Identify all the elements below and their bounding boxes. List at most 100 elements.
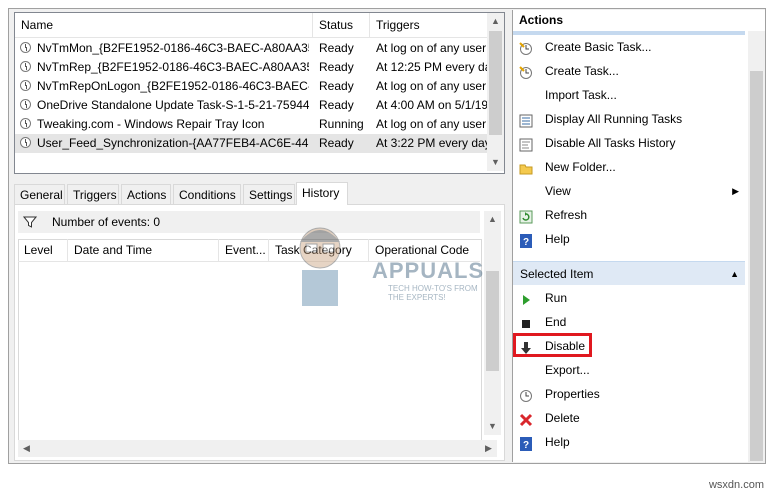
clock-icon: [20, 99, 31, 110]
clock-icon: [20, 42, 31, 53]
task-row[interactable]: NvTmMon_{B2FE1952-0186-46C3-BAEC-A80AA35…: [15, 39, 487, 58]
task-status: Ready: [319, 136, 354, 150]
action-properties[interactable]: Properties: [513, 382, 745, 406]
action-display-all-running-tasks[interactable]: Display All Running Tasks: [513, 107, 745, 131]
action-new-folder[interactable]: New Folder...: [513, 155, 745, 179]
task-trigger: At 12:25 PM every da: [376, 60, 487, 74]
action-label: New Folder...: [545, 160, 616, 174]
column-event[interactable]: Event...: [219, 239, 269, 261]
action-label: Create Basic Task...: [545, 40, 652, 54]
action-label: Help: [545, 232, 570, 246]
selected-item-section[interactable]: Selected Item ▲: [513, 261, 745, 285]
tab-conditions[interactable]: Conditions: [173, 184, 241, 204]
action-label: Import Task...: [545, 88, 617, 102]
action-export[interactable]: Export...: [513, 358, 745, 382]
action-label: Properties: [545, 387, 600, 401]
task-trigger: At 4:00 AM on 5/1/19: [376, 98, 487, 112]
task-list[interactable]: Name Status Triggers NvTmMon_{B2FE1952-0…: [14, 12, 505, 174]
column-level[interactable]: Level: [18, 239, 68, 261]
create-basic-task-icon: [519, 40, 533, 55]
delete-icon: [519, 411, 533, 427]
scroll-down-icon[interactable]: ▼: [484, 418, 501, 435]
disable-highlight-box: [513, 333, 592, 357]
tab-history[interactable]: History: [296, 182, 348, 205]
action-help[interactable]: ? Help: [513, 227, 745, 251]
folder-icon: [519, 160, 533, 175]
action-help[interactable]: ? Help: [513, 430, 745, 454]
tab-general[interactable]: General: [14, 184, 65, 204]
task-row[interactable]: User_Feed_Synchronization-{AA77FEB4-AC6E…: [15, 134, 487, 153]
column-date-time[interactable]: Date and Time: [68, 239, 219, 261]
history-hscrollbar[interactable]: ◀ ▶: [18, 440, 497, 457]
action-run[interactable]: Run: [513, 286, 745, 310]
clock-icon: [20, 137, 31, 148]
end-icon: [519, 315, 533, 329]
action-label: View: [545, 184, 571, 198]
action-create-task[interactable]: Create Task...: [513, 59, 745, 83]
tab-actions[interactable]: Actions: [121, 184, 171, 204]
detail-tabs: General Triggers Actions Conditions Sett…: [14, 182, 503, 205]
task-trigger: At 3:22 PM every day: [376, 136, 487, 150]
action-label: Create Task...: [545, 64, 619, 78]
action-label: Refresh: [545, 208, 588, 222]
task-name: Tweaking.com - Windows Repair Tray Icon: [37, 117, 265, 131]
appuals-brand: APPUALS: [372, 258, 485, 283]
task-status: Ready: [319, 79, 354, 93]
svg-text:?: ?: [523, 440, 529, 451]
actions-title: Actions: [513, 10, 765, 31]
tab-settings[interactable]: Settings: [243, 184, 295, 204]
task-row[interactable]: NvTmRepOnLogon_{B2FE1952-0186-46C3-BAEC-…: [15, 77, 487, 96]
clock-icon: [20, 61, 31, 72]
selected-item-title: Selected Item: [520, 267, 594, 281]
action-delete[interactable]: Delete: [513, 406, 745, 430]
filter-icon[interactable]: [23, 215, 37, 229]
action-label: Run: [545, 291, 568, 305]
actions-scrollbar[interactable]: [748, 31, 765, 462]
scroll-thumb[interactable]: [486, 271, 499, 371]
task-status: Ready: [319, 60, 354, 74]
action-end[interactable]: End: [513, 310, 745, 334]
history-vscrollbar[interactable]: ▲ ▼: [484, 211, 501, 435]
action-view[interactable]: View ▶: [513, 179, 745, 203]
task-trigger: At log on of any user: [376, 79, 487, 93]
svg-text:?: ?: [523, 237, 529, 248]
task-status: Ready: [319, 41, 354, 55]
action-create-basic-task[interactable]: Create Basic Task...: [513, 35, 745, 59]
running-tasks-icon: [519, 112, 533, 128]
task-row[interactable]: NvTmRep_{B2FE1952-0186-46C3-BAEC-A80AA35…: [15, 58, 487, 77]
scroll-right-icon[interactable]: ▶: [480, 440, 497, 457]
column-triggers[interactable]: Triggers: [370, 13, 487, 37]
tab-triggers[interactable]: Triggers: [67, 184, 119, 204]
scroll-thumb[interactable]: [750, 71, 763, 461]
scroll-up-icon[interactable]: ▲: [487, 13, 504, 30]
action-label: Help: [545, 435, 570, 449]
action-label: Delete: [545, 411, 580, 425]
collapse-icon[interactable]: ▲: [730, 262, 739, 286]
task-row[interactable]: Tweaking.com - Windows Repair Tray Icon R…: [15, 115, 487, 134]
scroll-thumb[interactable]: [489, 31, 502, 135]
action-disable-all-tasks-history[interactable]: Disable All Tasks History: [513, 131, 745, 155]
task-name: NvTmMon_{B2FE1952-0186-46C3-BAEC-A80AA35…: [37, 41, 309, 55]
column-status[interactable]: Status: [313, 13, 370, 37]
run-icon: [519, 291, 533, 305]
scroll-left-icon[interactable]: ◀: [18, 440, 35, 457]
scroll-down-icon[interactable]: ▼: [487, 154, 504, 171]
task-list-scrollbar[interactable]: ▲ ▼: [487, 13, 504, 171]
task-row[interactable]: OneDrive Standalone Update Task-S-1-5-21…: [15, 96, 487, 115]
appuals-watermark: APPUALS TECH HOW-TO'S FROM THE EXPERTS!: [290, 218, 485, 308]
task-name: OneDrive Standalone Update Task-S-1-5-21…: [37, 98, 309, 112]
events-count: Number of events: 0: [52, 215, 161, 229]
help-icon: ?: [519, 435, 533, 451]
action-import-task[interactable]: Import Task...: [513, 83, 745, 107]
scroll-up-icon[interactable]: ▲: [484, 211, 501, 228]
action-label: Disable All Tasks History: [545, 136, 676, 150]
site-watermark: wsxdn.com: [708, 479, 764, 491]
column-name[interactable]: Name: [15, 13, 313, 37]
action-refresh[interactable]: Refresh: [513, 203, 745, 227]
create-task-icon: [519, 64, 533, 79]
clock-icon: [20, 118, 31, 129]
clock-icon: [20, 80, 31, 91]
action-label: Export...: [545, 363, 590, 377]
tasks-history-icon: [519, 136, 533, 152]
refresh-icon: [519, 208, 533, 224]
